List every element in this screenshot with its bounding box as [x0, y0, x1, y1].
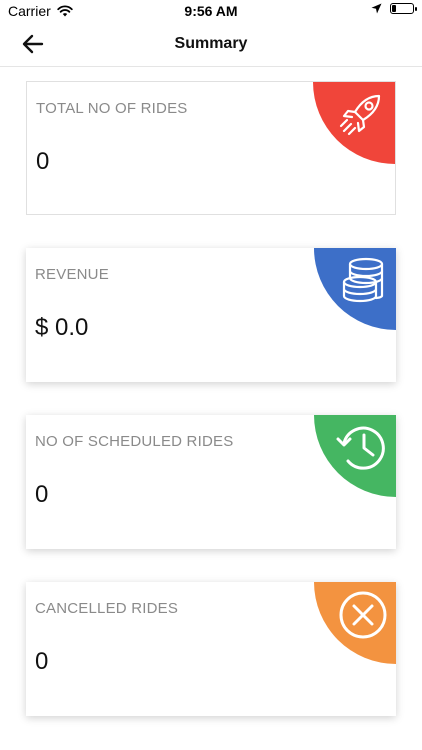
card-label: CANCELLED RIDES [35, 600, 179, 617]
card-corner [314, 248, 396, 330]
clock-history-icon [336, 426, 385, 470]
card-label: NO OF SCHEDULED RIDES [35, 433, 234, 450]
coins-icon [342, 257, 384, 303]
card-value: 0 [35, 648, 49, 675]
status-bar: Carrier 9:56 AM [0, 0, 422, 22]
card-corner [313, 82, 395, 164]
cancelled-rides-card[interactable]: CANCELLED RIDES 0 [26, 582, 396, 716]
battery-icon [390, 3, 417, 14]
card-value: 0 [36, 148, 50, 175]
cancel-circle-icon [339, 591, 387, 639]
card-label: TOTAL NO OF RIDES [36, 100, 188, 117]
card-corner [314, 415, 396, 497]
rocket-icon [339, 94, 381, 136]
revenue-card[interactable]: REVENUE $ 0.0 [26, 248, 396, 382]
status-right-group [371, 3, 417, 14]
card-label: REVENUE [35, 266, 109, 283]
card-value: $ 0.0 [35, 314, 89, 341]
card-value: 0 [35, 481, 49, 508]
card-corner [314, 582, 396, 664]
battery-level [392, 5, 396, 12]
status-time: 9:56 AM [184, 3, 238, 19]
nav-bar: Summary [0, 22, 422, 67]
page-title: Summary [174, 35, 248, 52]
scheduled-rides-card[interactable]: NO OF SCHEDULED RIDES 0 [26, 415, 396, 549]
location-arrow-icon [371, 3, 382, 14]
total-rides-card[interactable]: TOTAL NO OF RIDES 0 [26, 81, 396, 215]
